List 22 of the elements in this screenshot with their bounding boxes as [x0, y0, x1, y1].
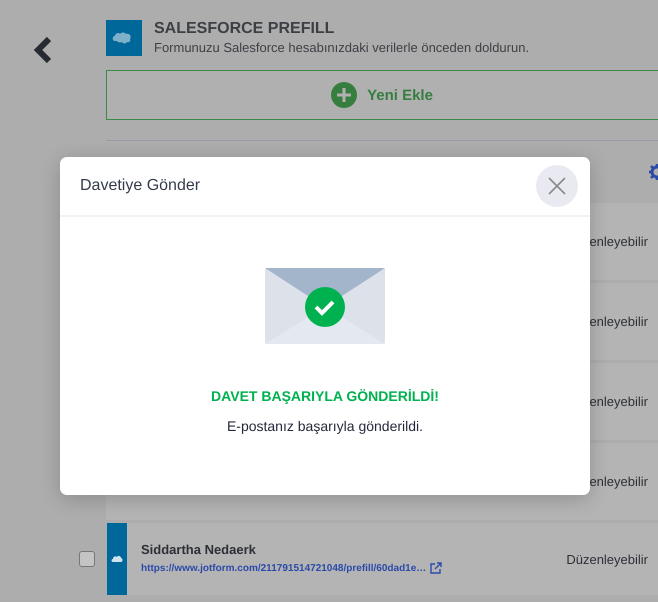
row-checkbox[interactable] — [79, 551, 95, 567]
permission-label: enleyebilir — [589, 474, 649, 489]
permission-label: enleyebilir — [589, 394, 649, 409]
permission-label: enleyebilir — [589, 234, 649, 249]
section-subtitle: Formunuzu Salesforce hesabınızdaki verilerle önceden doldurun. — [154, 40, 530, 55]
contact-name: Siddartha Nedaerk — [141, 542, 257, 558]
prefill-link[interactable]: https://www.jotform.com/211791514721048/prefill/60dad1e… — [141, 562, 442, 574]
close-icon — [548, 177, 566, 195]
permission-label: enleyebilir — [589, 314, 649, 329]
close-button[interactable] — [536, 165, 578, 207]
add-new-button[interactable]: Yeni Ekle — [106, 70, 658, 120]
section-title: SALESFORCE PREFILL — [154, 20, 336, 38]
envelope-check-icon — [264, 267, 386, 345]
salesforce-logo — [106, 20, 142, 56]
modal-title: Davetiye Gönder — [80, 177, 200, 195]
cloud-icon — [111, 555, 123, 563]
plus-icon — [331, 82, 358, 108]
success-message: E-postanız başarıyla gönderildi. — [226, 418, 424, 434]
permission-label: Düzenleyebilir — [566, 552, 649, 566]
external-link-icon — [430, 562, 442, 574]
success-heading: DAVET BAŞARIYLA GÖNDERİLDİ! — [211, 388, 439, 404]
back-icon[interactable] — [33, 36, 53, 64]
